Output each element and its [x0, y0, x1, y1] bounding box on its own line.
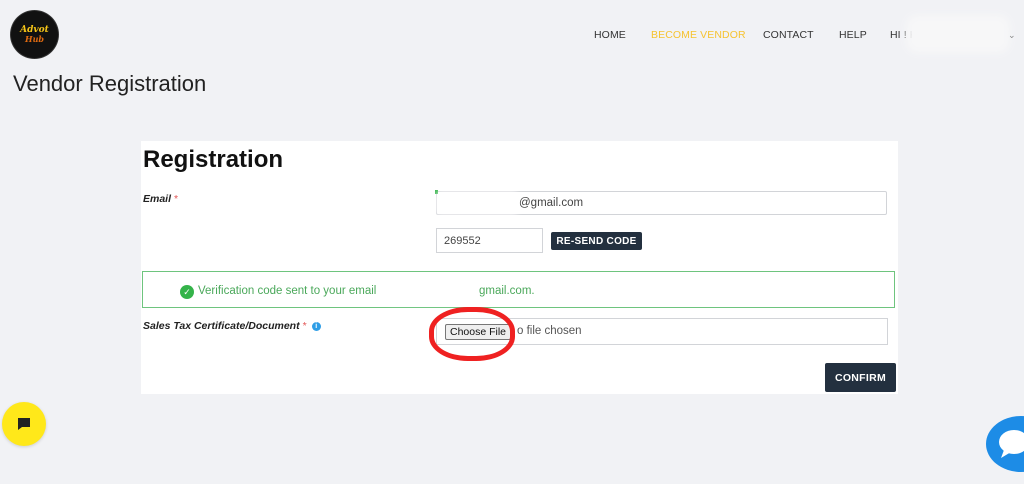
messenger-chat-button[interactable]	[986, 416, 1024, 472]
verification-alert: ✓ Verification code sent to your email g…	[142, 271, 895, 308]
required-marker: *	[174, 193, 179, 205]
choose-file-button[interactable]: Choose File	[445, 324, 511, 340]
chevron-down-icon[interactable]: ⌄	[1008, 30, 1016, 41]
email-label: Email *	[143, 193, 178, 205]
file-status-text: o file chosen	[517, 325, 582, 337]
info-icon[interactable]: i	[311, 321, 321, 331]
nav-contact[interactable]: CONTACT	[763, 29, 814, 41]
registration-card: Registration Email* @gmail.com RE-SEND C…	[141, 141, 898, 394]
check-circle-icon: ✓	[180, 285, 194, 299]
required-marker: *	[302, 320, 307, 332]
logo-text-line2: Hub	[25, 33, 44, 44]
alert-message-end: gmail.com.	[479, 285, 535, 297]
email-label-text: Email	[143, 193, 172, 205]
alert-message: Verification code sent to your email	[198, 285, 377, 297]
document-label: Sales Tax Certificate/Document * i	[143, 320, 321, 332]
file-upload-field[interactable]: Choose File o file chosen	[429, 307, 888, 361]
chat-bubble-icon	[18, 418, 30, 430]
chat-widget-button[interactable]	[2, 402, 46, 446]
confirm-button[interactable]: CONFIRM	[825, 363, 896, 392]
redacted-email-prefix	[441, 196, 513, 210]
email-input[interactable]: @gmail.com	[435, 190, 887, 215]
redacted-email-in-alert	[393, 284, 478, 298]
registration-heading: Registration	[143, 146, 284, 173]
nav-help[interactable]: HELP	[839, 29, 867, 41]
nav-become-vendor[interactable]: BECOME VENDOR	[651, 29, 746, 41]
brand-logo[interactable]: Advot Hub	[11, 11, 58, 58]
document-label-text: Sales Tax Certificate/Document	[143, 320, 300, 332]
verification-code-input[interactable]	[436, 228, 543, 253]
chat-bubble-icon	[999, 430, 1024, 458]
email-value: @gmail.com	[519, 197, 584, 209]
resend-code-button[interactable]: RE-SEND CODE	[551, 232, 642, 250]
nav-home[interactable]: HOME	[594, 29, 626, 41]
redacted-username	[912, 21, 1004, 47]
input-focus-marker	[435, 190, 438, 194]
page-title: Vendor Registration	[13, 71, 207, 96]
